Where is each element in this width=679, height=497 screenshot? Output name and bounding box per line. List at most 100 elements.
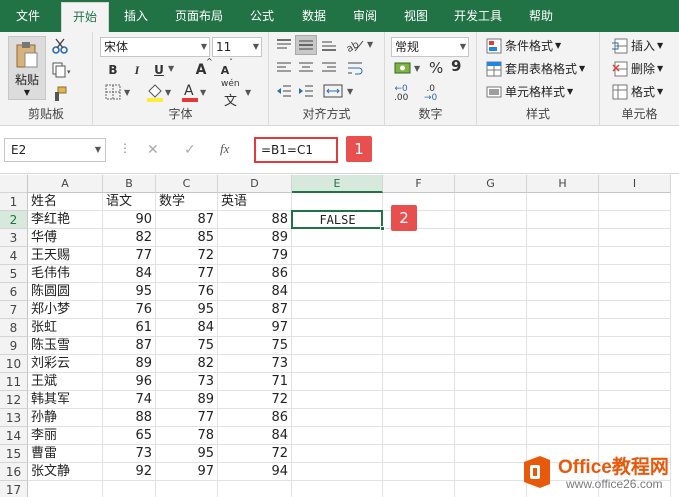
column-header-i[interactable]: I bbox=[599, 175, 671, 193]
format-cells-button[interactable]: 格式 ▼ bbox=[612, 83, 663, 100]
cell-e1[interactable] bbox=[292, 193, 383, 211]
cell-a16[interactable]: 张文静 bbox=[28, 463, 103, 481]
bold-button[interactable]: B bbox=[104, 61, 122, 79]
cell-a3[interactable]: 华傅 bbox=[28, 229, 103, 247]
cell-g2[interactable] bbox=[455, 211, 527, 229]
comma-style-button[interactable]: 9 bbox=[451, 57, 461, 75]
cell-i3[interactable] bbox=[599, 229, 671, 247]
currency-icon[interactable] bbox=[394, 60, 412, 76]
decrease-indent-icon[interactable] bbox=[276, 84, 292, 98]
cell-c7[interactable]: 95 bbox=[156, 301, 218, 319]
cancel-icon[interactable]: ✕ bbox=[147, 142, 159, 158]
cell-i11[interactable] bbox=[599, 373, 671, 391]
cell-a15[interactable]: 曹雷 bbox=[28, 445, 103, 463]
cell-c8[interactable]: 84 bbox=[156, 319, 218, 337]
tab-home[interactable]: 开始 bbox=[61, 2, 109, 32]
cell-d5[interactable]: 86 bbox=[218, 265, 292, 283]
cell-a8[interactable]: 张虹 bbox=[28, 319, 103, 337]
cell-h2[interactable] bbox=[527, 211, 599, 229]
cell-g8[interactable] bbox=[455, 319, 527, 337]
cell-c16[interactable]: 97 bbox=[156, 463, 218, 481]
cell-e13[interactable] bbox=[292, 409, 383, 427]
orientation-icon[interactable]: ab bbox=[345, 37, 365, 53]
cell-e4[interactable] bbox=[292, 247, 383, 265]
italic-button[interactable]: I bbox=[128, 61, 146, 79]
cell-i7[interactable] bbox=[599, 301, 671, 319]
cell-c10[interactable]: 82 bbox=[156, 355, 218, 373]
increase-decimal-button[interactable]: ←0 .00 bbox=[394, 85, 408, 103]
cell-g14[interactable] bbox=[455, 427, 527, 445]
cell-c1[interactable]: 数学 bbox=[156, 193, 218, 211]
column-header-c[interactable]: C bbox=[156, 175, 218, 193]
increase-indent-icon[interactable] bbox=[298, 84, 314, 98]
cell-f12[interactable] bbox=[383, 391, 455, 409]
align-top-icon[interactable] bbox=[276, 38, 292, 52]
worksheet-grid[interactable]: A B C D E F G H I 1 姓名 语文 数学 英语 2 李红艳 90 87 88 3 华傅 82 85 89 4 王天… bbox=[0, 175, 679, 497]
cell-c14[interactable]: 78 bbox=[156, 427, 218, 445]
cell-c2[interactable]: 87 bbox=[156, 211, 218, 229]
cell-i12[interactable] bbox=[599, 391, 671, 409]
cell-b12[interactable]: 74 bbox=[103, 391, 156, 409]
cell-g7[interactable] bbox=[455, 301, 527, 319]
cell-c13[interactable]: 77 bbox=[156, 409, 218, 427]
formula-input[interactable]: =B1=C1 bbox=[254, 137, 338, 163]
cell-d13[interactable]: 86 bbox=[218, 409, 292, 427]
cell-h3[interactable] bbox=[527, 229, 599, 247]
cell-b1[interactable]: 语文 bbox=[103, 193, 156, 211]
cell-h7[interactable] bbox=[527, 301, 599, 319]
cell-h6[interactable] bbox=[527, 283, 599, 301]
cell-c6[interactable]: 76 bbox=[156, 283, 218, 301]
align-right-icon[interactable] bbox=[321, 61, 337, 75]
cell-h12[interactable] bbox=[527, 391, 599, 409]
row-header[interactable]: 14 bbox=[0, 427, 28, 445]
cell-a1[interactable]: 姓名 bbox=[28, 193, 103, 211]
cell-e15[interactable] bbox=[292, 445, 383, 463]
cell-a5[interactable]: 毛伟伟 bbox=[28, 265, 103, 283]
cell-h8[interactable] bbox=[527, 319, 599, 337]
cell-b2[interactable]: 90 bbox=[103, 211, 156, 229]
cell-g5[interactable] bbox=[455, 265, 527, 283]
enter-icon[interactable]: ✓ bbox=[184, 142, 196, 158]
delete-cells-button[interactable]: 删除 ▼ bbox=[612, 60, 663, 77]
cut-icon[interactable] bbox=[52, 38, 68, 54]
column-header-b[interactable]: B bbox=[103, 175, 156, 193]
column-header-a[interactable]: A bbox=[28, 175, 103, 193]
cell-a13[interactable]: 孙静 bbox=[28, 409, 103, 427]
cell-b5[interactable]: 84 bbox=[103, 265, 156, 283]
cell-f13[interactable] bbox=[383, 409, 455, 427]
cell-g11[interactable] bbox=[455, 373, 527, 391]
cell-d1[interactable]: 英语 bbox=[218, 193, 292, 211]
font-name-dropdown[interactable]: 宋体 ▼ bbox=[100, 37, 210, 57]
cell-a6[interactable]: 陈圆圆 bbox=[28, 283, 103, 301]
decrease-decimal-button[interactable]: .0 →0 bbox=[424, 85, 437, 103]
cell-b8[interactable]: 61 bbox=[103, 319, 156, 337]
cell-g17[interactable] bbox=[455, 481, 527, 497]
cell-e16[interactable] bbox=[292, 463, 383, 481]
cell-e11[interactable] bbox=[292, 373, 383, 391]
cell-b9[interactable]: 87 bbox=[103, 337, 156, 355]
cell-a7[interactable]: 郑小梦 bbox=[28, 301, 103, 319]
cell-e17[interactable] bbox=[292, 481, 383, 497]
cell-g9[interactable] bbox=[455, 337, 527, 355]
align-left-icon[interactable] bbox=[276, 61, 292, 75]
column-header-g[interactable]: G bbox=[455, 175, 527, 193]
cell-i2[interactable] bbox=[599, 211, 671, 229]
cell-d10[interactable]: 73 bbox=[218, 355, 292, 373]
row-header[interactable]: 4 bbox=[0, 247, 28, 265]
column-header-e[interactable]: E bbox=[292, 175, 383, 193]
cell-f3[interactable] bbox=[383, 229, 455, 247]
name-box[interactable]: E2 ▼ bbox=[4, 138, 106, 162]
cell-d2[interactable]: 88 bbox=[218, 211, 292, 229]
cell-f16[interactable] bbox=[383, 463, 455, 481]
number-format-dropdown[interactable]: 常规 ▼ bbox=[391, 37, 469, 57]
percent-button[interactable]: % bbox=[429, 59, 443, 77]
tab-view[interactable]: 视图 bbox=[394, 0, 438, 32]
cell-f4[interactable] bbox=[383, 247, 455, 265]
column-header-h[interactable]: H bbox=[527, 175, 599, 193]
cell-f8[interactable] bbox=[383, 319, 455, 337]
wrap-text-icon[interactable] bbox=[347, 60, 363, 76]
cell-g10[interactable] bbox=[455, 355, 527, 373]
cell-g6[interactable] bbox=[455, 283, 527, 301]
underline-button[interactable]: U bbox=[150, 61, 168, 79]
cell-e9[interactable] bbox=[292, 337, 383, 355]
